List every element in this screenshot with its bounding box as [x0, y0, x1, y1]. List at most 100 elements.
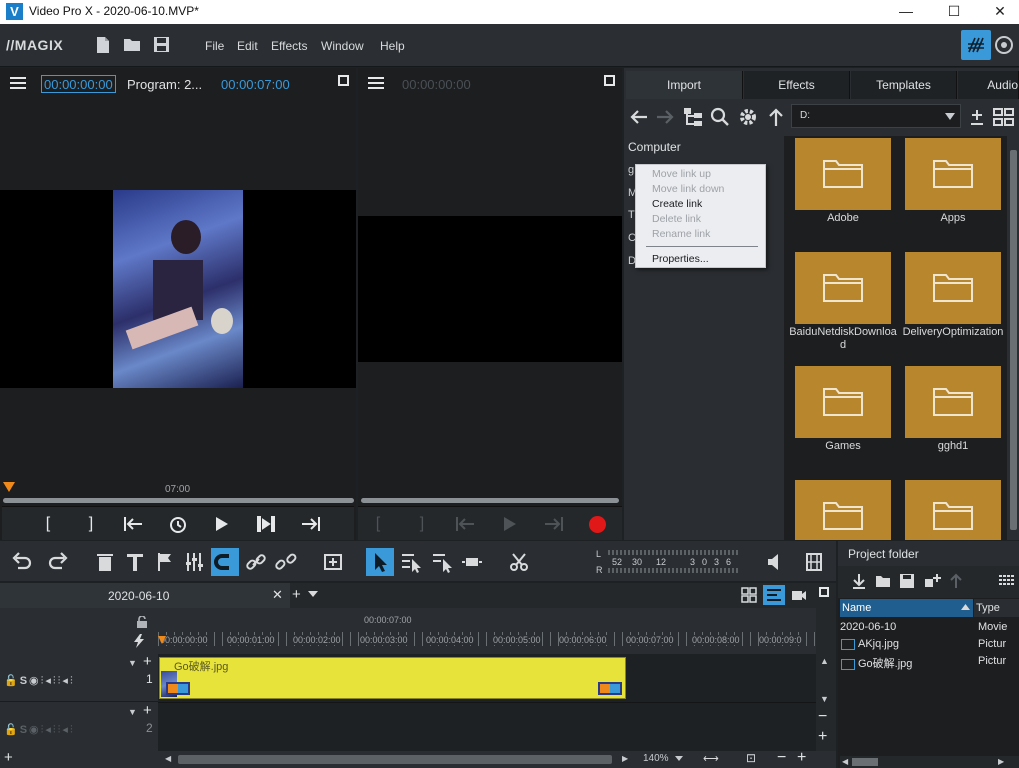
folder-icon[interactable] [905, 138, 1001, 210]
go-to-out-icon[interactable] [541, 513, 565, 537]
add-track-icon[interactable]: + [4, 749, 13, 766]
scroll-up-icon[interactable]: ▲ [820, 656, 829, 666]
up-folder-icon[interactable] [765, 106, 787, 128]
set-out-point-button[interactable]: ] [410, 513, 434, 537]
import-add-icon[interactable] [968, 106, 986, 128]
scroll-right-icon[interactable]: ▶ [622, 754, 628, 763]
chevron-down-icon[interactable] [675, 756, 683, 761]
new-file-icon[interactable] [95, 36, 113, 54]
search-icon[interactable] [709, 106, 731, 128]
scissors-cut-icon[interactable] [507, 550, 531, 574]
save-icon[interactable] [899, 573, 915, 589]
lock-icon[interactable] [136, 616, 148, 628]
folder-icon[interactable] [905, 480, 1001, 540]
pointer-mouse-icon[interactable] [366, 548, 394, 576]
play-icon[interactable] [211, 513, 235, 537]
column-header-name[interactable]: Name [840, 599, 973, 617]
list-item[interactable]: 2020-06-10 [840, 621, 896, 633]
fit-width-icon[interactable]: ⟷ [703, 752, 719, 765]
scroll-left-icon[interactable]: ◀ [165, 754, 171, 763]
storyboard-mode-icon[interactable] [741, 587, 757, 603]
playhead-marker-icon[interactable] [158, 636, 166, 646]
set-in-point-button[interactable]: [ [366, 513, 390, 537]
title-text-icon[interactable] [123, 550, 147, 574]
up-arrow-icon[interactable] [948, 573, 964, 589]
marker-flag-icon[interactable] [153, 550, 177, 574]
go-to-in-icon[interactable] [454, 513, 478, 537]
zoom-out-icon[interactable]: − [777, 749, 786, 767]
close-button[interactable]: ✕ [977, 0, 1019, 24]
menu-item-properties[interactable]: Properties... [652, 253, 709, 265]
stretch-icon[interactable] [460, 550, 484, 574]
close-tab-icon[interactable]: ✕ [272, 587, 283, 603]
delete-trash-icon[interactable] [93, 550, 117, 574]
open-folder-icon[interactable] [123, 36, 141, 54]
magix-hash-icon[interactable] [961, 30, 991, 60]
play-icon[interactable] [499, 513, 523, 537]
folder-icon[interactable] [905, 252, 1001, 324]
set-out-point-button[interactable]: ] [79, 513, 103, 537]
zoom-out-tracks-icon[interactable]: − [818, 708, 827, 726]
timeline-vertical-scroll[interactable]: ▲ ▼ − + [816, 608, 836, 751]
minimize-button[interactable]: — [883, 0, 929, 24]
chevron-down-icon[interactable]: ▼ [128, 658, 137, 668]
menu-window[interactable]: Window [321, 39, 364, 53]
project-folder-scrollbar[interactable]: ◀ ▶ [840, 756, 1019, 768]
horizontal-scrollbar[interactable] [178, 755, 612, 764]
insert-mode-icon[interactable] [321, 550, 345, 574]
tab-audio[interactable]: Audio [958, 71, 1019, 99]
select-all-tracks-icon[interactable] [430, 550, 454, 574]
folder-icon[interactable] [905, 366, 1001, 438]
timeline-tab[interactable]: 2020-06-10 ✕ [0, 583, 290, 608]
maximize-timeline-icon[interactable] [819, 587, 829, 597]
scroll-down-icon[interactable]: ▼ [820, 694, 829, 704]
fade-in-handle[interactable] [166, 682, 190, 695]
set-in-point-button[interactable]: [ [36, 513, 60, 537]
audio-mixer-icon[interactable] [183, 550, 207, 574]
folder-icon[interactable] [795, 480, 891, 540]
add-timeline-icon[interactable]: + [292, 586, 301, 603]
select-track-icon[interactable] [399, 550, 423, 574]
zoom-fit-icon[interactable]: ⊡ [746, 751, 756, 765]
folder-tree-icon[interactable] [682, 106, 704, 128]
playhead-marker-icon[interactable] [3, 482, 15, 492]
menu-item-create-link[interactable]: Create link [652, 198, 702, 210]
add-track-icon[interactable]: + [143, 702, 152, 719]
track-controls[interactable]: 🔓S◉⫶◂⫶⫶◂⫶ [4, 723, 75, 737]
record-button[interactable] [589, 516, 606, 533]
tree-item[interactable]: T [628, 209, 635, 221]
hamburger-menu-icon[interactable] [368, 76, 384, 92]
unlink-icon[interactable] [274, 550, 298, 574]
folder-icon[interactable] [795, 366, 891, 438]
open-folder-icon[interactable] [875, 574, 891, 588]
maximize-button[interactable]: ☐ [931, 0, 977, 24]
menu-edit[interactable]: Edit [237, 39, 258, 53]
tab-templates[interactable]: Templates [851, 71, 957, 99]
zoom-in-icon[interactable]: + [797, 749, 806, 767]
save-icon[interactable] [153, 36, 171, 54]
redo-icon[interactable] [46, 550, 70, 574]
source-scrub-bar[interactable] [361, 498, 619, 503]
forward-arrow-icon[interactable] [654, 106, 676, 128]
undo-icon[interactable] [10, 550, 34, 574]
scroll-right-icon[interactable]: ▶ [998, 757, 1004, 766]
scroll-left-icon[interactable]: ◀ [842, 757, 848, 766]
folder-icon[interactable] [795, 252, 891, 324]
program-scrub-bar[interactable] [3, 498, 354, 503]
folder-icon[interactable] [795, 138, 891, 210]
clock-loop-icon[interactable] [167, 513, 191, 537]
list-item[interactable]: AKjq.jpg [841, 638, 899, 650]
menu-help[interactable]: Help [380, 39, 405, 53]
zoom-level[interactable]: 140% [643, 753, 669, 764]
menu-effects[interactable]: Effects [271, 39, 307, 53]
link-icon[interactable] [244, 550, 268, 574]
folder-grid-scrollbar[interactable] [1009, 136, 1019, 540]
tab-import[interactable]: Import [626, 71, 743, 99]
go-to-in-icon[interactable] [122, 513, 146, 537]
multicam-icon[interactable] [791, 588, 807, 602]
settings-gear-icon[interactable] [737, 106, 759, 128]
tree-computer[interactable]: Computer [628, 140, 681, 154]
grid-view-icon[interactable] [993, 107, 1015, 127]
video-clip[interactable]: Go破解.jpg [159, 657, 626, 699]
chevron-down-icon[interactable]: ▼ [128, 707, 137, 717]
